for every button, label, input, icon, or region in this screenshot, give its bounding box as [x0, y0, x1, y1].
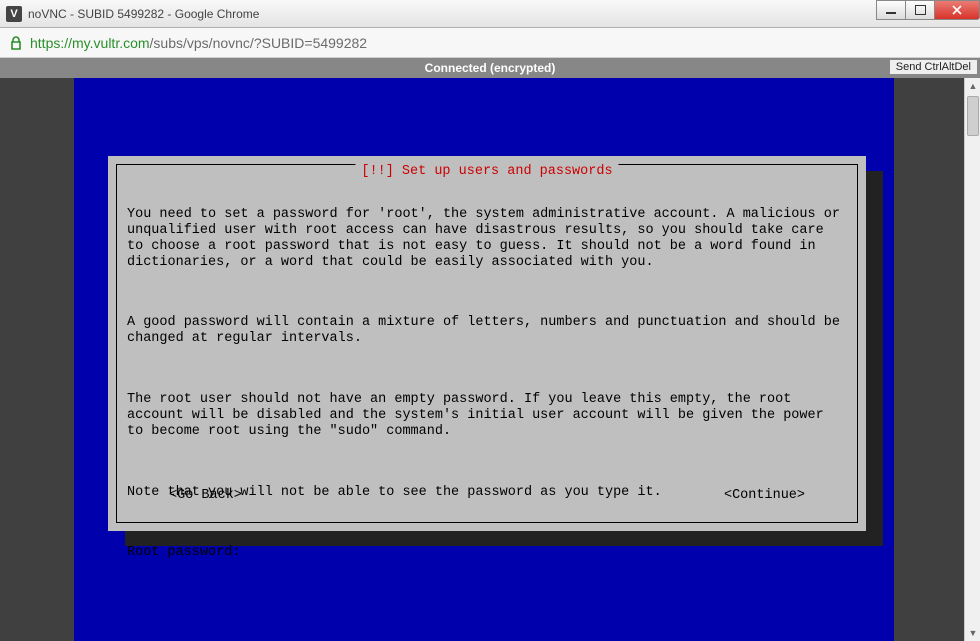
dialog-paragraph: A good password will contain a mixture o…: [127, 315, 847, 347]
close-icon: [952, 5, 962, 15]
close-button[interactable]: [934, 0, 980, 20]
dialog-paragraph: You need to set a password for 'root', t…: [127, 207, 847, 271]
dialog-paragraph: The root user should not have an empty p…: [127, 392, 847, 440]
window-controls: [877, 0, 980, 20]
installer-dialog: [!!] Set up users and passwords You need…: [108, 156, 866, 531]
app-icon: V: [6, 6, 22, 22]
vnc-canvas[interactable]: [!!] Set up users and passwords You need…: [0, 78, 980, 641]
scroll-down-arrow-icon[interactable]: ▼: [965, 625, 980, 641]
minimize-button[interactable]: [876, 0, 906, 20]
continue-button[interactable]: <Continue>: [724, 488, 805, 504]
dialog-frame: [!!] Set up users and passwords You need…: [116, 164, 858, 523]
root-password-input[interactable]: [127, 610, 847, 626]
address-bar[interactable]: https://my.vultr.com/subs/vps/novnc/?SUB…: [0, 28, 980, 58]
send-ctrlaltdel-button[interactable]: Send CtrlAltDel: [889, 59, 978, 75]
dialog-body: You need to set a password for 'root', t…: [127, 175, 847, 512]
vnc-status-text: Connected (encrypted): [425, 61, 556, 75]
vnc-container: Connected (encrypted) Send CtrlAltDel [!…: [0, 58, 980, 641]
dialog-actions: <Go Back> <Continue>: [137, 488, 837, 504]
maximize-button[interactable]: [905, 0, 935, 20]
password-prompt: Root password:: [127, 545, 847, 561]
vnc-status-bar: Connected (encrypted) Send CtrlAltDel: [0, 58, 980, 78]
vertical-scrollbar[interactable]: ▲ ▼: [964, 78, 980, 641]
lock-icon: [10, 36, 22, 50]
browser-titlebar: V noVNC - SUBID 5499282 - Google Chrome: [0, 0, 980, 28]
window-title: noVNC - SUBID 5499282 - Google Chrome: [28, 7, 259, 21]
scroll-up-arrow-icon[interactable]: ▲: [965, 78, 980, 94]
scrollbar-thumb[interactable]: [967, 96, 979, 136]
go-back-button[interactable]: <Go Back>: [169, 488, 242, 504]
url-host: https://my.vultr.com: [30, 35, 150, 51]
url-path: /subs/vps/novnc/?SUBID=5499282: [150, 35, 368, 51]
